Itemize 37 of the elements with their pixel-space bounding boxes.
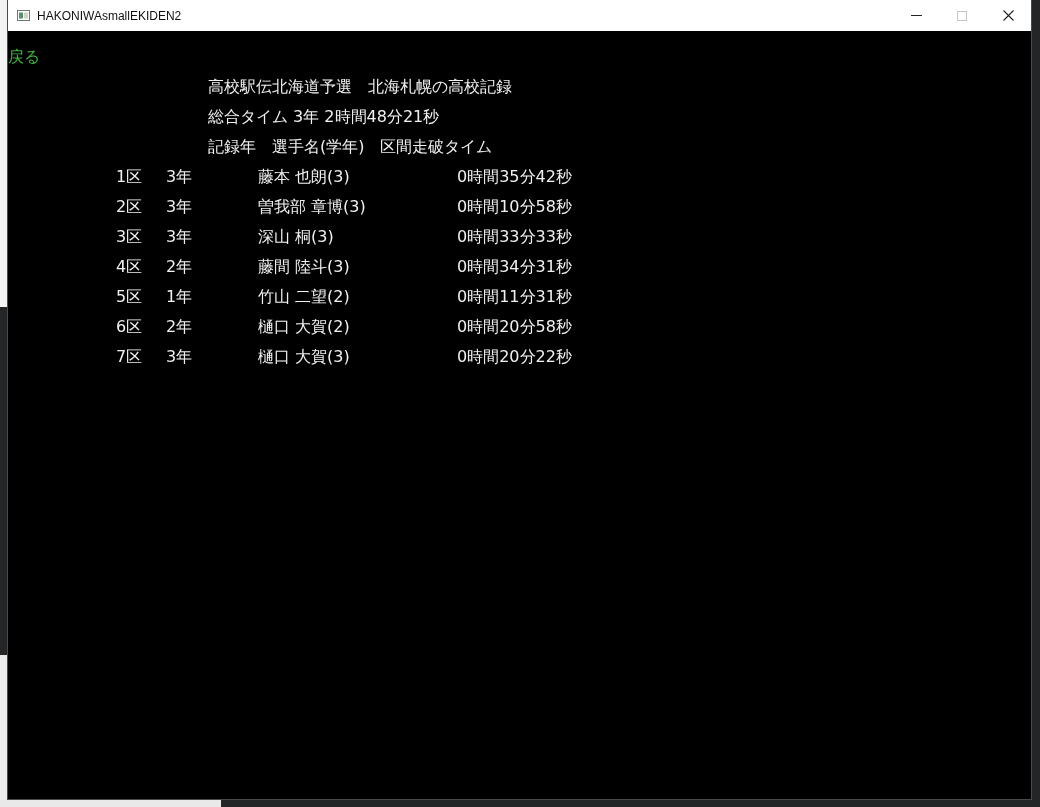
grade-label: 2年	[166, 256, 193, 278]
section-label: 1区	[116, 166, 143, 188]
runner-name: 樋口 大賀(2)	[258, 316, 350, 338]
split-time: 0時間20分58秒	[457, 316, 572, 338]
section-label: 4区	[116, 256, 143, 278]
split-time: 0時間20分22秒	[457, 346, 572, 368]
grade-label: 1年	[166, 286, 193, 308]
section-label: 3区	[116, 226, 143, 248]
grade-label: 3年	[166, 346, 193, 368]
record-title: 高校駅伝北海道予選 北海札幌の高校記録	[208, 76, 512, 98]
app-icon	[17, 10, 30, 21]
runner-name: 藤間 陸斗(3)	[258, 256, 350, 278]
runner-name: 樋口 大賀(3)	[258, 346, 350, 368]
section-label: 6区	[116, 316, 143, 338]
split-time: 0時間34分31秒	[457, 256, 572, 278]
total-time: 総合タイム 3年 2時間48分21秒	[208, 106, 440, 128]
split-time: 0時間35分42秒	[457, 166, 572, 188]
grade-label: 2年	[166, 316, 193, 338]
split-time: 0時間11分31秒	[457, 286, 572, 308]
grade-label: 3年	[166, 166, 193, 188]
section-label: 2区	[116, 196, 143, 218]
grade-label: 3年	[166, 226, 193, 248]
column-headers: 記録年 選手名(学年) 区間走破タイム	[208, 136, 493, 158]
window-title: HAKONIWAsmallEKIDEN2	[37, 7, 182, 24]
section-label: 5区	[116, 286, 143, 308]
section-label: 7区	[116, 346, 143, 368]
grade-label: 3年	[166, 196, 193, 218]
runner-name: 曽我部 章博(3)	[258, 196, 366, 218]
split-time: 0時間33分33秒	[457, 226, 572, 248]
split-time: 0時間10分58秒	[457, 196, 572, 218]
runner-name: 竹山 二望(2)	[258, 286, 350, 308]
close-icon	[1002, 10, 1014, 21]
runner-name: 深山 桐(3)	[258, 226, 334, 248]
maximize-icon	[957, 10, 967, 21]
minimize-icon	[910, 15, 922, 16]
back-link[interactable]: 戻る	[8, 42, 40, 72]
runner-name: 藤本 也朗(3)	[258, 166, 350, 188]
